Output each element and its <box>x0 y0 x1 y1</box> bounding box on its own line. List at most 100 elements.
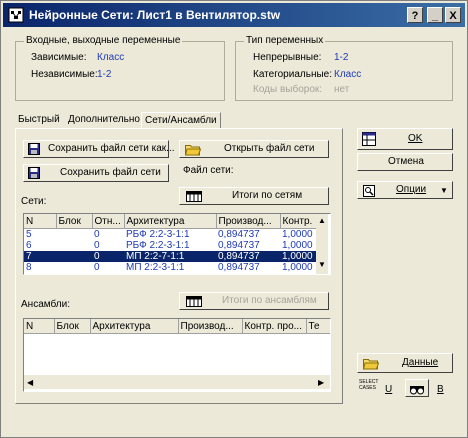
table-cell: 5 <box>26 229 32 240</box>
column-header[interactable]: N <box>24 214 57 229</box>
close-button[interactable]: X <box>445 7 461 23</box>
column-header[interactable]: Производ... <box>216 214 281 229</box>
table-cell: 0,894737 <box>218 229 260 240</box>
folder-icon <box>363 359 379 370</box>
floppy-icon <box>28 167 40 179</box>
ensembles-header-row: N Блок Архитектура Производ... Контр. про...… <box>24 319 330 334</box>
table-cell: 0 <box>94 229 100 240</box>
u-text: U <box>385 384 393 395</box>
continuous-value: 1-2 <box>334 52 349 63</box>
table-cell: МП 2:2-7-1:1 <box>124 251 216 262</box>
folder-icon <box>185 145 201 156</box>
ensemble-totals-button: Итоги по ансамблям <box>179 292 329 310</box>
table-cell: 0 <box>94 262 100 273</box>
table-row[interactable]: 5 0 РБФ 2:2-3-1:1 0,894737 1,0000 <box>24 229 316 241</box>
dialog-window: Нейронные Сети: Лист1 в Вентилятор.stw ?… <box>0 0 468 438</box>
networks-header-row: N Блок Отн... Архитектура Производ... Контр. <box>24 214 317 229</box>
networks-label: Сети: <box>21 196 47 207</box>
save-button[interactable]: Сохранить файл сети <box>23 164 169 182</box>
data-button[interactable]: Данные <box>357 353 453 373</box>
help-button[interactable]: ? <box>407 7 423 23</box>
dependent-label: Зависимые: <box>31 52 87 63</box>
cancel-button[interactable]: Отмена <box>357 153 453 171</box>
ensembles-label: Ансамбли: <box>21 299 70 310</box>
scroll-down-icon[interactable]: ▼ <box>318 260 326 269</box>
column-header[interactable]: Контр. <box>280 214 317 229</box>
scroll-up-icon[interactable]: ▲ <box>318 216 326 225</box>
column-header[interactable]: Архитектура <box>90 319 179 334</box>
table-cell: 1,0000 <box>282 240 313 251</box>
table-cell <box>56 229 92 241</box>
open-file-label: Открыть файл сети <box>224 143 315 154</box>
table-cell <box>56 240 92 251</box>
weights-button[interactable] <box>405 379 429 397</box>
column-header[interactable]: Контр. про... <box>242 319 307 334</box>
column-header[interactable]: N <box>24 319 55 334</box>
network-totals-button[interactable]: Итоги по сетям <box>179 187 329 205</box>
ensemble-totals-label: Итоги по ансамблям <box>222 295 317 306</box>
ensembles-hscroll[interactable]: ◀ ▶ <box>24 375 330 389</box>
column-header[interactable]: Производ... <box>178 319 243 334</box>
b-label[interactable]: B <box>437 384 444 395</box>
select-cases-icon[interactable]: SELECT CASES <box>359 379 378 391</box>
weights-icon <box>410 386 424 395</box>
ok-button[interactable]: OK <box>357 128 453 150</box>
column-header[interactable]: Архитектура <box>124 214 217 229</box>
table-cell: 7 <box>24 251 56 262</box>
table-row[interactable]: 8 0 МП 2:2-3-1:1 0,894737 1,0000 <box>24 262 316 273</box>
tab-networks-ensembles[interactable]: Сети/Ансамбли <box>141 112 221 129</box>
variables-group-title: Входные, выходные переменные <box>24 35 183 46</box>
tab-advanced[interactable]: Дополнительно <box>65 112 143 128</box>
window-title: Нейронные Сети: Лист1 в Вентилятор.stw <box>29 8 281 22</box>
independent-label: Независимые: <box>31 69 98 80</box>
save-as-label: Сохранить файл сети как... <box>48 143 175 154</box>
independent-value: 1-2 <box>97 69 112 80</box>
case-codes-value: нет <box>334 84 350 95</box>
tab-quick[interactable]: Быстрый <box>15 112 63 128</box>
table-cell: 1,0000 <box>282 262 313 273</box>
table-row[interactable]: 6 0 РБФ 2:2-3-1:1 0,894737 1,0000 <box>24 240 316 251</box>
continuous-label: Непрерывные: <box>253 52 322 63</box>
minimize-button[interactable]: _ <box>427 7 443 23</box>
open-file-button[interactable]: Открыть файл сети <box>179 140 329 158</box>
data-text: Данные <box>402 357 439 368</box>
variable-types-title: Тип переменных <box>244 35 326 46</box>
table-cell: РБФ 2:2-3-1:1 <box>126 240 190 251</box>
networks-table[interactable]: N Блок Отн... Архитектура Производ... Контр. … <box>23 213 331 275</box>
save-as-button[interactable]: Сохранить файл сети как... <box>23 140 175 158</box>
table-icon <box>362 132 376 146</box>
table-cell: РБФ 2:2-3-1:1 <box>126 229 190 240</box>
table-cell: 0,894737 <box>218 262 260 273</box>
table-cell: 0,894737 <box>218 240 260 251</box>
title-bar[interactable]: Нейронные Сети: Лист1 в Вентилятор.stw ?… <box>3 3 465 27</box>
table-cell <box>56 262 92 273</box>
options-button[interactable]: Опции ▼ <box>357 181 453 199</box>
networks-vscroll[interactable]: ▲ ▼ <box>316 214 328 274</box>
file-label: Файл сети: <box>183 165 234 176</box>
ok-label: OK <box>408 133 422 144</box>
column-header[interactable]: Отн... <box>92 214 125 229</box>
column-header[interactable]: Те <box>306 319 330 334</box>
table-cell: 0 <box>92 251 124 262</box>
dependent-value: Класс <box>97 52 125 63</box>
table-cell: 0,894737 <box>216 251 280 262</box>
save-label: Сохранить файл сети <box>60 167 161 178</box>
categorical-label: Категориальные: <box>253 69 332 80</box>
column-header[interactable]: Блок <box>56 214 93 229</box>
scroll-right-icon[interactable]: ▶ <box>318 378 324 387</box>
app-icon <box>8 7 24 23</box>
u-label[interactable]: U <box>385 384 392 395</box>
network-totals-label: Итоги по сетям <box>232 190 303 201</box>
ok-text: OK <box>408 133 423 144</box>
dropdown-arrow-icon: ▼ <box>440 186 448 195</box>
table-cell: МП 2:2-3-1:1 <box>126 262 185 273</box>
table-icon <box>186 191 202 202</box>
case-codes-label: Коды выборок: <box>253 84 323 95</box>
ensembles-table[interactable]: N Блок Архитектура Производ... Контр. про...… <box>23 318 331 392</box>
options-label: Опции <box>396 184 426 195</box>
table-row[interactable]: 7 0 МП 2:2-7-1:1 0,894737 1,0000 <box>24 251 316 262</box>
scroll-left-icon[interactable]: ◀ <box>27 378 33 387</box>
table-cell: 1,0000 <box>282 229 313 240</box>
cancel-label: Отмена <box>388 156 424 167</box>
column-header[interactable]: Блок <box>54 319 91 334</box>
